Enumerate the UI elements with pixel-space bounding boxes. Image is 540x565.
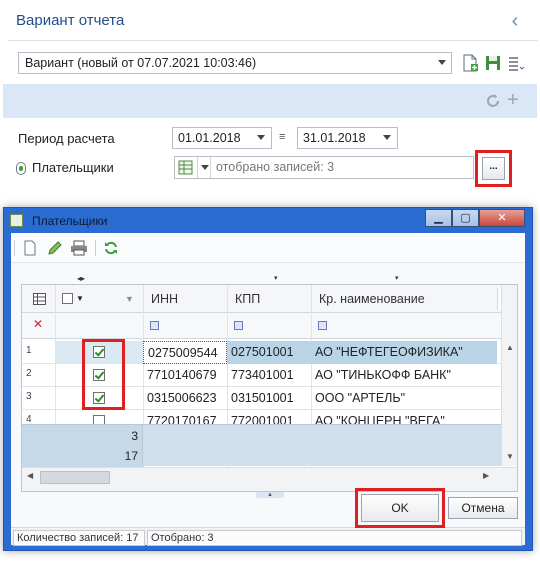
list-settings-icon[interactable] <box>507 54 525 72</box>
add-icon[interactable]: + <box>507 90 519 110</box>
new-record-icon[interactable] <box>22 240 38 256</box>
status-record-count: Количество записей: 17 <box>13 530 145 546</box>
scroll-right-icon[interactable]: ▶ <box>483 471 489 480</box>
cell-name[interactable]: АО "КОНЦЕРН "ВЕГА" <box>311 410 497 424</box>
cell-inn[interactable]: 0315006623 <box>143 387 227 410</box>
cell-name[interactable]: АО "ТИНЬКОФФ БАНК" <box>311 364 497 387</box>
close-icon[interactable]: ✕ <box>479 209 525 227</box>
minimize-icon[interactable]: ▁ <box>425 209 452 227</box>
dialog-titlebar[interactable]: Плательщики ▁ ▢ ✕ <box>4 208 532 233</box>
dialog-title: Плательщики <box>32 214 108 228</box>
footer-count-cell: 3 17 <box>22 425 143 467</box>
chevron-down-icon[interactable]: ▼ <box>76 294 84 303</box>
cell-name[interactable]: ООО "АРТЕЛЬ" <box>311 387 497 410</box>
save-icon[interactable] <box>484 54 502 72</box>
cell-kpp[interactable]: 031501001 <box>227 387 311 410</box>
filter-name-icon[interactable] <box>318 321 327 330</box>
cell-name[interactable]: АО "НЕФТЕГЕОФИЗИКА" <box>311 341 497 364</box>
chevron-down-icon <box>438 60 446 65</box>
payers-field-value: отобрано записей: 3 <box>216 160 335 174</box>
edit-pencil-icon[interactable] <box>47 240 63 256</box>
payers-select-button[interactable]: ... <box>482 157 505 180</box>
period-range-icon[interactable]: ≡ <box>279 131 285 143</box>
date-from-value: 01.01.2018 <box>178 131 241 145</box>
filter-inn-icon[interactable] <box>150 321 159 330</box>
panel-title: Вариант отчета <box>16 12 125 29</box>
sort-dropdown-icon[interactable]: ▼ <box>125 294 134 304</box>
table-row[interactable]: 4 7720170167 772001001 АО "КОНЦЕРН "ВЕГА… <box>22 410 502 424</box>
ok-button[interactable]: OK <box>361 494 439 522</box>
column-header-kpp[interactable]: КПП <box>231 288 260 311</box>
grid-footer: 3 17 <box>22 424 502 467</box>
clear-filter-icon[interactable]: ✕ <box>33 317 43 331</box>
row-checkbox[interactable] <box>93 415 105 424</box>
row-number: 4 <box>26 414 32 424</box>
scroll-down-icon[interactable]: ▼ <box>506 452 514 461</box>
variant-select[interactable]: Вариант (новый от 07.07.2021 10:03:46) <box>18 52 452 74</box>
cell-inn[interactable]: 7710140679 <box>143 364 227 387</box>
vertical-scrollbar[interactable]: ▲ ▼ <box>501 285 517 466</box>
maximize-icon[interactable]: ▢ <box>452 209 479 227</box>
row-number: 2 <box>26 368 32 379</box>
column-marker: ▾ <box>274 275 278 282</box>
chevron-down-icon <box>257 135 265 140</box>
toolbar-separator <box>95 240 96 256</box>
cell-kpp[interactable]: 772001001 <box>227 410 311 424</box>
status-selected-count: Отобрано: 3 <box>147 530 522 546</box>
table-icon <box>178 160 193 175</box>
cell-kpp[interactable]: 027501001 <box>227 341 311 364</box>
column-marker: ▾ <box>395 275 399 282</box>
filter-row: ✕ <box>22 313 502 339</box>
cell-kpp[interactable]: 773401001 <box>227 364 311 387</box>
payers-dropdown-button[interactable] <box>197 157 211 178</box>
collapse-chevron-icon[interactable]: ‹ <box>505 10 525 32</box>
highlight-box <box>82 339 125 410</box>
refresh-icon[interactable] <box>485 93 501 109</box>
row-number: 1 <box>26 345 32 356</box>
payers-radio[interactable] <box>16 162 26 175</box>
column-header-name[interactable]: Кр. наименование <box>315 288 425 311</box>
cancel-button[interactable]: Отмена <box>448 497 518 519</box>
grid-header: ▼ ▼ ИНН КПП Кр. наименование <box>22 285 517 313</box>
cell-inn[interactable]: 0275009544 <box>143 341 227 364</box>
refresh-icon[interactable] <box>103 240 119 256</box>
dialog-toolbar <box>11 233 525 263</box>
column-resize-mark: ◂▸ <box>77 274 86 283</box>
chevron-down-icon <box>383 135 391 140</box>
scroll-up-icon[interactable]: ▲ <box>506 343 514 352</box>
splitter-handle[interactable]: ▲ <box>256 492 284 498</box>
payers-label: Плательщики <box>32 160 114 175</box>
column-header-inn[interactable]: ИНН <box>147 288 178 311</box>
date-to-value: 31.01.2018 <box>303 131 366 145</box>
divider <box>8 40 538 41</box>
cell-inn[interactable]: 7720170167 <box>143 410 227 424</box>
footer-selected-count: 3 <box>131 429 138 443</box>
date-to-field[interactable]: 31.01.2018 <box>297 127 398 149</box>
date-from-field[interactable]: 01.01.2018 <box>172 127 272 149</box>
dialog-app-icon <box>10 214 23 227</box>
row-number: 3 <box>26 391 32 402</box>
filter-kpp-icon[interactable] <box>234 321 243 330</box>
toolbar-band <box>3 84 537 118</box>
period-label: Период расчета <box>18 131 115 146</box>
scroll-left-icon[interactable]: ◀ <box>27 471 33 480</box>
print-icon[interactable] <box>70 240 88 256</box>
variant-select-value: Вариант (новый от 07.07.2021 10:03:46) <box>25 56 257 70</box>
new-variant-icon[interactable] <box>461 54 479 72</box>
scroll-thumb[interactable] <box>40 471 110 484</box>
grid-menu-icon[interactable] <box>33 293 46 305</box>
footer-total-count: 17 <box>124 449 138 463</box>
toolbar-grip <box>14 240 15 256</box>
status-bar: Количество записей: 17 Отобрано: 3 <box>11 527 525 546</box>
payers-field[interactable]: отобрано записей: 3 <box>174 156 474 179</box>
select-all-checkbox[interactable] <box>62 293 73 304</box>
